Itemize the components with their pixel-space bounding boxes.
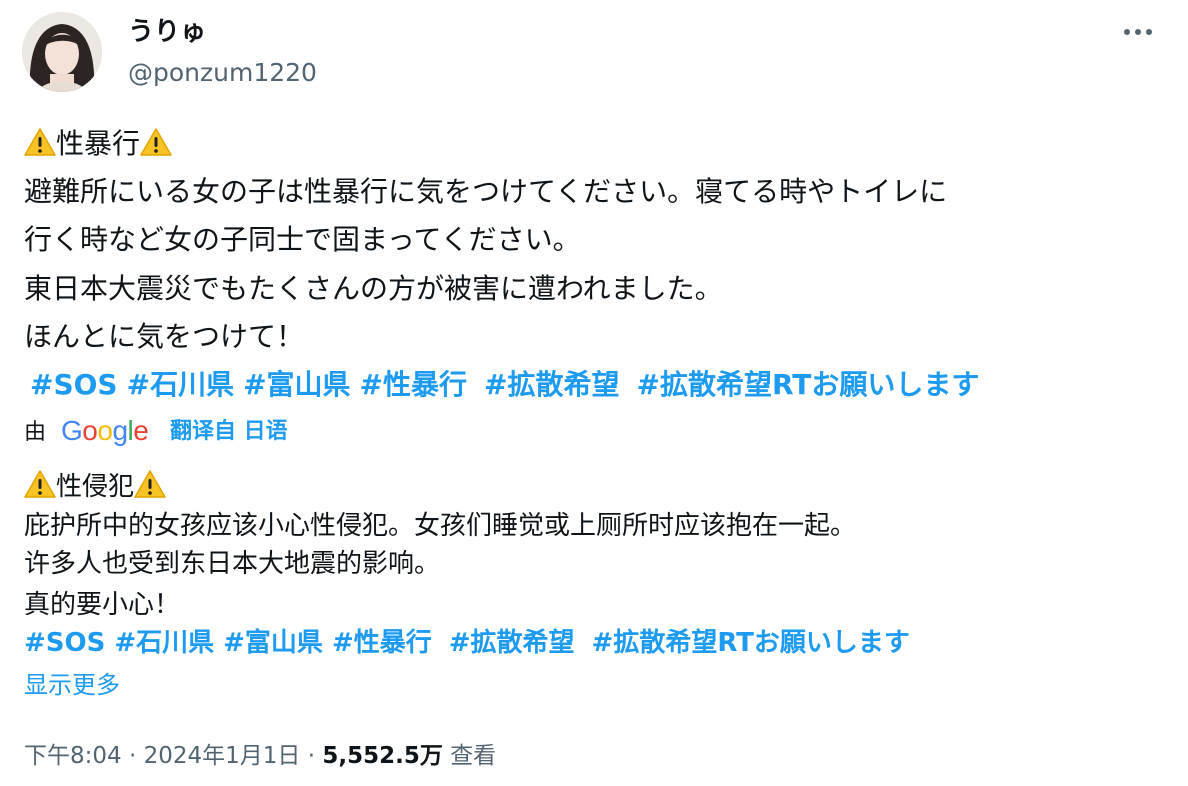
translated-by-label: 由 <box>24 420 47 445</box>
avatar[interactable] <box>22 12 102 92</box>
hashtag-link[interactable]: #富山県 <box>223 628 323 658</box>
tweet-line: 東日本大震災でもたくさんの方が被害に遭われました。 <box>24 272 723 305</box>
views-label: 查看 <box>450 743 497 769</box>
hashtag-link[interactable]: #拡散希望 <box>449 628 575 658</box>
google-logo-letter: g <box>112 415 128 446</box>
tweet-line: 行く時など女の子同士で固まってください。 <box>24 223 581 256</box>
tweet-line: 避難所にいる女の子は性暴行に気をつけてください。寝てる時やトイレに <box>24 175 948 208</box>
translation-hashtags: #SOS #石川県 #富山県 #性暴行 #拡散希望 #拡散希望RTお願いします <box>24 627 910 659</box>
author-handle[interactable]: @ponzum1220 <box>128 56 317 90</box>
meta-separator: · <box>128 743 137 769</box>
hashtag-link[interactable]: #石川県 <box>114 628 214 658</box>
show-more-link[interactable]: 显示更多 <box>24 669 120 701</box>
translation-heading: 性侵犯 <box>24 469 166 503</box>
warning-icon <box>140 128 172 156</box>
hashtag-link[interactable]: #SOS <box>30 368 118 401</box>
author-name[interactable]: うりゅ <box>128 15 206 49</box>
google-logo-letter: o <box>82 415 98 446</box>
tweet-heading-text: 性暴行 <box>56 127 141 160</box>
warning-icon <box>24 128 56 156</box>
tweet-date[interactable]: 2024年1月1日 <box>144 743 301 769</box>
avatar-image <box>22 12 102 92</box>
google-logo-letter: G <box>61 415 83 446</box>
hashtag-link[interactable]: #性暴行 <box>360 368 467 401</box>
warning-icon <box>24 470 56 498</box>
tweet-hashtags: #SOS #石川県 #富山県 #性暴行 #拡散希望 #拡散希望RTお願いします <box>30 365 979 405</box>
views-count: 5,552.5万 <box>322 743 443 769</box>
hashtag-link[interactable]: #富山県 <box>243 368 350 401</box>
translation-line: 真的要小心！ <box>24 590 181 620</box>
tweet-time[interactable]: 下午8:04 <box>24 743 122 769</box>
google-logo: Google <box>61 412 149 450</box>
translation-line: 许多人也受到东日本大地震的影响。 <box>24 549 441 579</box>
translation-heading-text: 性侵犯 <box>56 472 135 502</box>
meta-separator: · <box>307 743 316 769</box>
hashtag-link[interactable]: #拡散希望RTお願いします <box>636 368 979 401</box>
tweet-meta: 下午8:04 · 2024年1月1日 · 5,552.5万 查看 <box>24 740 496 772</box>
google-logo-letter: e <box>133 415 149 446</box>
translation-line: 庇护所中的女孩应该小心性侵犯。女孩们睡觉或上厕所时应该抱在一起。 <box>24 511 857 541</box>
tweet-line: ほんとに気をつけて！ <box>24 320 305 353</box>
translated-from-link[interactable]: 翻译自 日语 <box>170 417 288 447</box>
hashtag-link[interactable]: #性暴行 <box>332 628 432 658</box>
hashtag-link[interactable]: #拡散希望 <box>484 368 619 401</box>
warning-icon <box>134 470 166 498</box>
hashtag-link[interactable]: #SOS <box>24 628 105 658</box>
hashtag-link[interactable]: #拡散希望RTお願いします <box>592 628 910 658</box>
google-logo-letter: o <box>97 415 113 446</box>
hashtag-link[interactable]: #石川県 <box>127 368 234 401</box>
more-icon[interactable] <box>1118 22 1158 42</box>
tweet-heading: 性暴行 <box>24 124 172 164</box>
